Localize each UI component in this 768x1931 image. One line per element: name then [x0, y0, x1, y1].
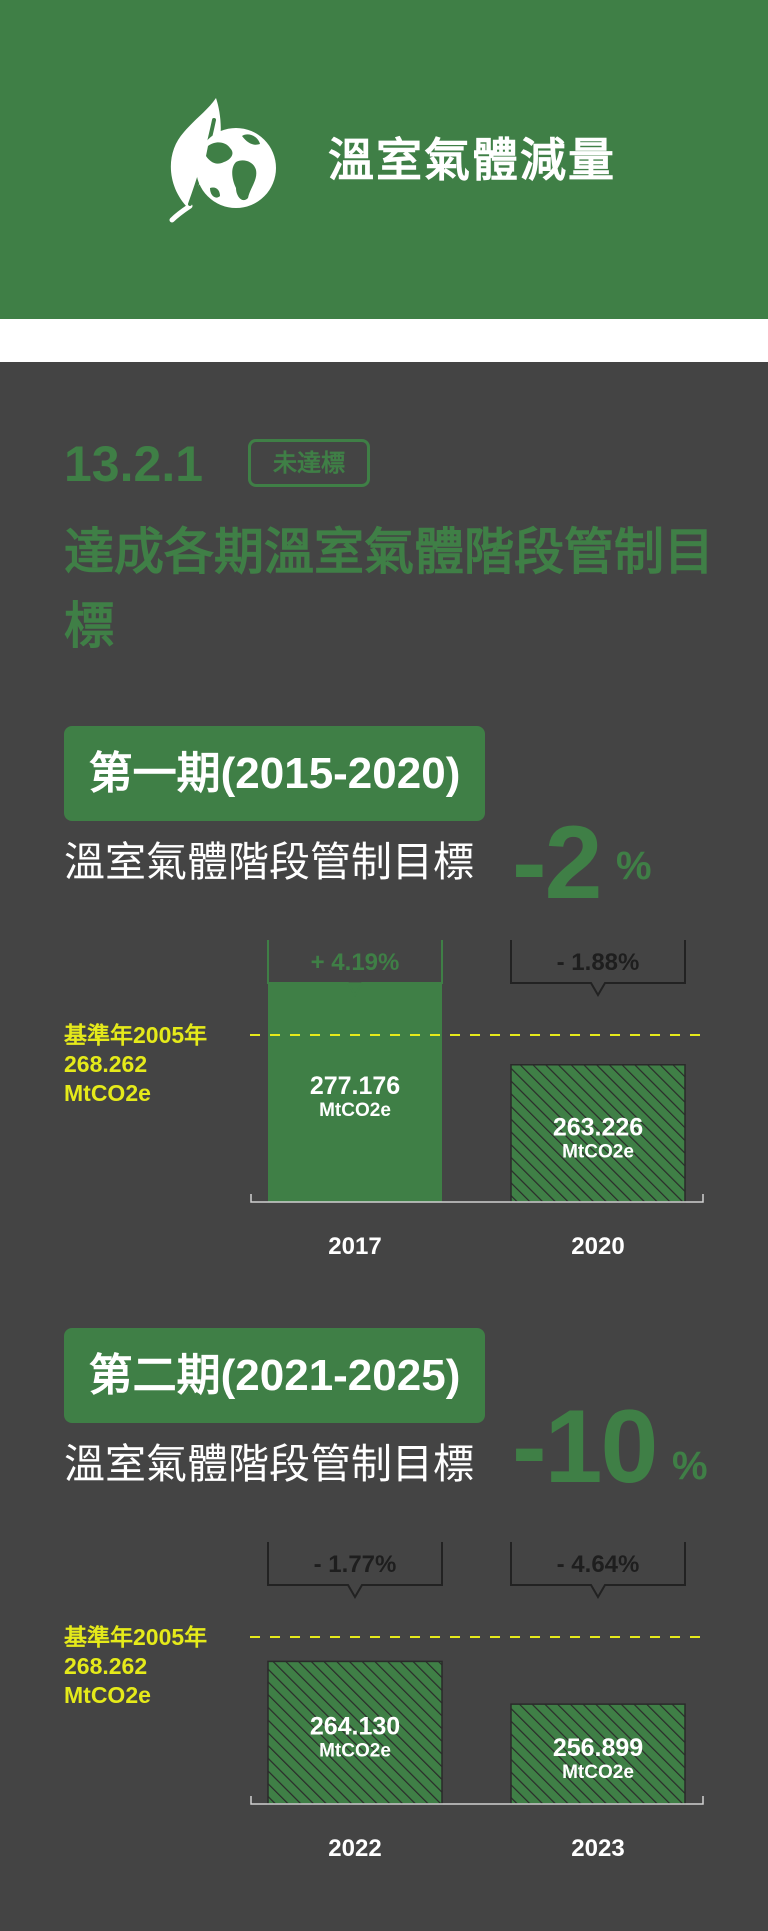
bar-value-label: 277.176 [310, 1072, 400, 1100]
bar-unit-label: MtCO2e [562, 1762, 634, 1783]
leaf-globe-icon [169, 98, 276, 223]
bar-unit-label: MtCO2e [319, 1100, 391, 1121]
change-label: - 1.77% [314, 1551, 397, 1578]
period-2-target-value: -10 [512, 1389, 658, 1505]
period-2-bar-chart: 264.130 MtCO2e - 1.77% 2022 256.899 MtCO2e - 4… [0, 1542, 768, 1882]
change-label: - 1.88% [557, 949, 640, 976]
period-1-target-unit: % [616, 844, 652, 888]
period-1-label: 第一期(2015-2020) [64, 726, 485, 821]
page-title: 溫室氣體減量 [328, 133, 616, 187]
change-label: - 4.64% [557, 1551, 640, 1578]
x-tick-label: 2017 [328, 1233, 381, 1260]
period-2-target-label: 溫室氣體階段管制目標 [64, 1440, 474, 1488]
x-tick-label: 2020 [571, 1233, 624, 1260]
x-tick-label: 2023 [571, 1835, 624, 1862]
period-1-target-label: 溫室氣體階段管制目標 [64, 838, 474, 886]
bar-unit-label: MtCO2e [562, 1141, 634, 1162]
divider-band [0, 319, 768, 362]
period-2-label: 第二期(2021-2025) [64, 1328, 485, 1423]
bar-unit-label: MtCO2e [319, 1741, 391, 1762]
section-number: 13.2.1 [64, 436, 204, 492]
section-title: 達成各期溫室氣體階段管制目標 [64, 523, 714, 655]
period-2-target-unit: % [672, 1444, 708, 1488]
bar-value-label: 263.226 [553, 1113, 643, 1141]
x-tick-label: 2022 [328, 1835, 381, 1862]
period-1-target-value: -2 [512, 805, 602, 921]
status-badge: 未達標 [248, 439, 370, 487]
bar-value-label: 264.130 [310, 1713, 400, 1741]
bar-value-label: 256.899 [553, 1734, 643, 1762]
change-label: + 4.19% [311, 949, 400, 976]
period-1-bar-chart: 277.176 MtCO2e + 4.19% 2017 263.226 MtCO2e - 1… [0, 940, 768, 1280]
